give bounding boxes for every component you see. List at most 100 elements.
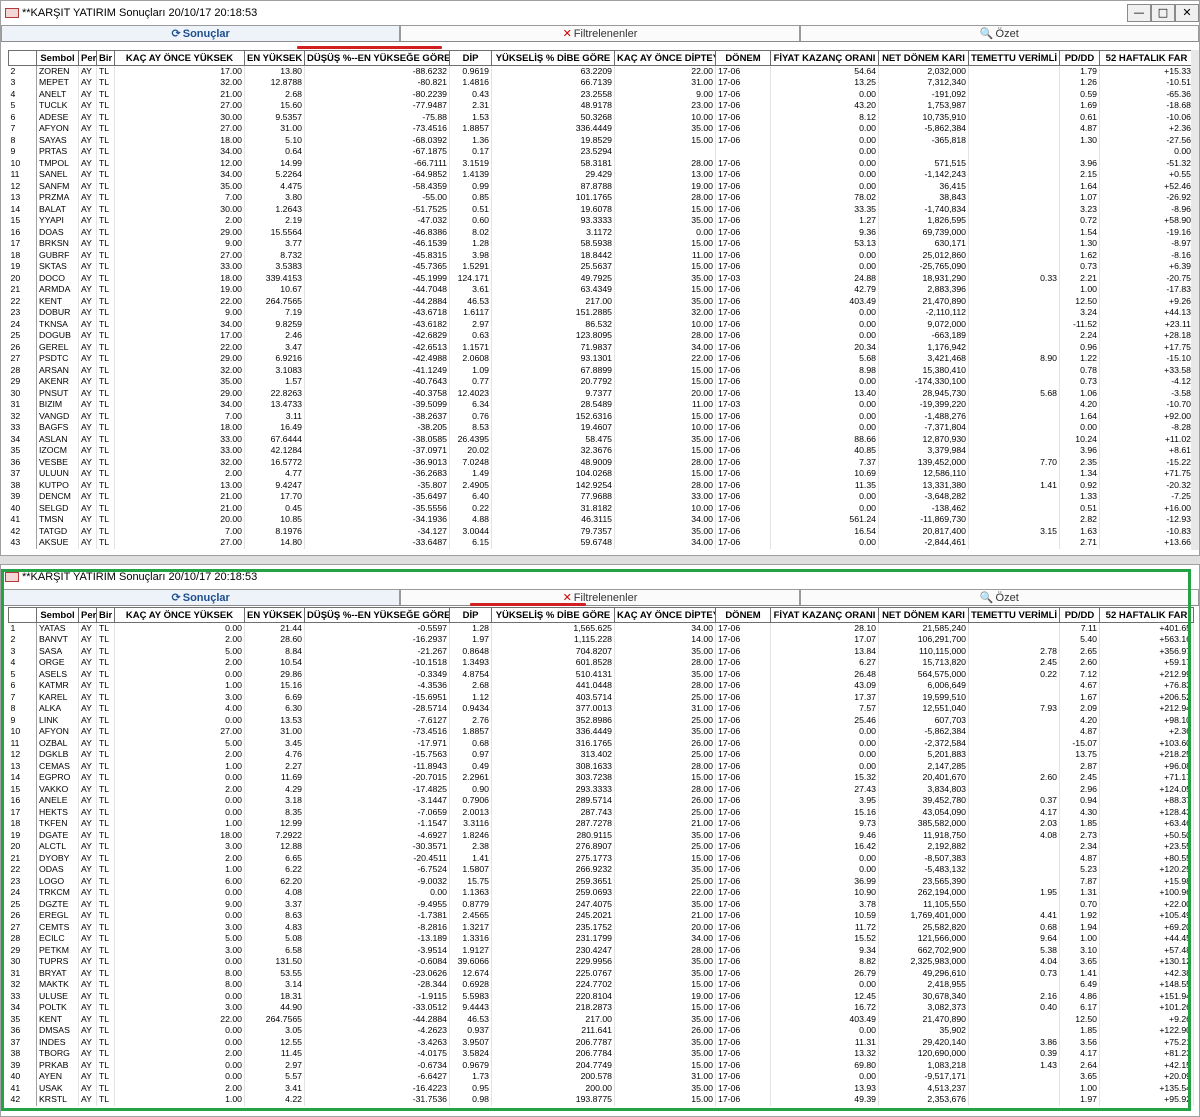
column-header[interactable]: Sembol — [36, 607, 79, 623]
table-row[interactable]: 15 VAKKO AY TL 2.00 4.29 -17.4825 0.90 293.3333 2… — [8, 783, 1194, 795]
table-row[interactable]: 28 ARSAN AY TL 32.00 3.1083 -41.1249 1.09 67.889… — [8, 364, 1194, 376]
table-row[interactable]: 36 DMSAS AY TL 0.00 3.05 -4.2623 0.937 211.641 26… — [8, 1025, 1194, 1037]
table-row[interactable]: 23 LOGO AY TL 6.00 62.20 -9.0032 15.75 259.3651 2… — [8, 875, 1194, 887]
table-row[interactable]: 21 ARMDA AY TL 19.00 10.67 -44.7048 3.61 63.4349… — [8, 284, 1194, 296]
table-row[interactable]: 18 GUBRF AY TL 27.00 8.732 -45.8315 3.98 18.8442… — [8, 249, 1194, 261]
table-row[interactable]: 14 EGPRO AY TL 0.00 11.69 -20.7015 2.2961 303.72… — [8, 772, 1194, 784]
table-row[interactable]: 6 KATMR AY TL 1.00 15.16 -4.3536 2.68 441.0448 28… — [8, 680, 1194, 692]
table-row[interactable]: 5 ASELS AY TL 0.00 29.86 -0.3349 4.8754 510.4131… — [8, 668, 1194, 680]
table-row[interactable]: 36 VESBE AY TL 32.00 16.5772 -36.9013 7.0248 48.… — [8, 456, 1194, 468]
table-row[interactable]: 16 ANELE AY TL 0.00 3.18 -3.1447 0.7906 289.5714… — [8, 795, 1194, 807]
column-header[interactable]: DİP — [449, 607, 492, 623]
table-row[interactable]: 41 TMSN AY TL 20.00 10.85 -34.1936 4.88 46.3115 3… — [8, 514, 1194, 526]
column-header[interactable]: DÜŞÜŞ %--EN YÜKSEĞE GÖRE — [304, 607, 450, 623]
column-header[interactable]: NET DÖNEM KARI — [878, 50, 969, 66]
table-row[interactable]: 42 TATGD AY TL 7.00 8.1976 -34.127 3.0044 79.735… — [8, 525, 1194, 537]
table-row[interactable]: 34 POLTK AY TL 3.00 44.90 -33.0512 9.4443 218.28… — [8, 1002, 1194, 1014]
table-row[interactable]: 20 ALCTL AY TL 3.00 12.88 -30.3571 2.38 276.8907… — [8, 841, 1194, 853]
table-row[interactable]: 39 DENCM AY TL 21.00 17.70 -35.6497 6.40 77.9688… — [8, 491, 1194, 503]
table-row[interactable]: 38 TBORG AY TL 2.00 11.45 -4.0175 3.5824 206.778… — [8, 1048, 1194, 1060]
tab-filtered[interactable]: ✕ Filtrelenenler — [400, 25, 800, 41]
table-row[interactable]: 4 ANELT AY TL 21.00 2.68 -80.2239 0.43 23.2558 9.… — [8, 88, 1194, 100]
table-row[interactable]: 2 BANVT AY TL 2.00 28.60 -16.2937 1.97 1,115.228… — [8, 634, 1194, 646]
column-header[interactable]: TEMETTU VERİMLİ — [968, 50, 1060, 66]
table-row[interactable]: 27 PSDTC AY TL 29.00 6.9216 -42.4988 2.0608 93.1… — [8, 353, 1194, 365]
column-header[interactable]: EN YÜKSEK — [244, 50, 305, 66]
table-row[interactable]: 8 SAYAS AY TL 18.00 5.10 -68.0392 1.36 19.8529 15… — [8, 134, 1194, 146]
table-row[interactable]: 18 TKFEN AY TL 1.00 12.99 -1.1547 3.3116 287.727… — [8, 818, 1194, 830]
table-row[interactable]: 3 MEPET AY TL 32.00 12.8788 -80.821 1.4816 66.71… — [8, 77, 1194, 89]
table-row[interactable]: 6 ADESE AY TL 30.00 9.5357 -75.88 1.53 50.3268 10… — [8, 111, 1194, 123]
column-header[interactable]: KAÇ AY ÖNCE YÜKSEK — [114, 50, 245, 66]
table-row[interactable]: 38 KUTPO AY TL 13.00 9.4247 -35.807 2.4905 142.9… — [8, 479, 1194, 491]
table-row[interactable]: 43 AKSUE AY TL 27.00 14.80 -33.6487 6.15 59.6748… — [8, 537, 1194, 549]
table-row[interactable]: 39 PRKAB AY TL 0.00 2.97 -0.6734 0.9679 204.7749… — [8, 1059, 1194, 1071]
column-header[interactable]: Per — [78, 50, 97, 66]
table-row[interactable]: 33 BAGFS AY TL 18.00 16.49 -38.205 8.53 19.4607 1… — [8, 422, 1194, 434]
table-row[interactable]: 35 IZOCM AY TL 33.00 42.1284 -37.0971 20.02 32.3… — [8, 445, 1194, 457]
column-header[interactable]: KAÇ AY ÖNCE DİPTEYDİ — [614, 607, 716, 623]
table-row[interactable]: 11 SANEL AY TL 34.00 5.2264 -64.9852 1.4139 29.4… — [8, 169, 1194, 181]
column-header[interactable] — [8, 607, 37, 623]
column-header[interactable]: EN YÜKSEK — [244, 607, 305, 623]
table-row[interactable]: 12 SANFM AY TL 35.00 4.475 -58.4359 0.99 87.8788… — [8, 180, 1194, 192]
table-row[interactable]: 9 PRTAS AY TL 34.00 0.64 -67.1875 0.17 23.5294 0.… — [8, 146, 1194, 158]
column-header[interactable]: DÜŞÜŞ %--EN YÜKSEĞE GÖRE — [304, 50, 450, 66]
table-row[interactable]: 29 AKENR AY TL 35.00 1.57 -40.7643 0.77 20.7792 1… — [8, 376, 1194, 388]
close-button[interactable]: ✕ — [1175, 4, 1199, 22]
column-header[interactable]: DİP — [449, 50, 492, 66]
table-row[interactable]: 9 LINK AY TL 0.00 13.53 -7.6127 2.76 352.8986 25.… — [8, 714, 1194, 726]
tab-filtered[interactable]: ✕ Filtrelenenler — [400, 589, 800, 605]
table-row[interactable]: 12 DGKLB AY TL 2.00 4.76 -15.7563 0.97 313.402 25… — [8, 749, 1194, 761]
table-row[interactable]: 5 TUCLK AY TL 27.00 15.60 -77.9487 2.31 48.9178 2… — [8, 100, 1194, 112]
table-row[interactable]: 33 ULUSE AY TL 0.00 18.31 -1.9115 5.5983 220.810… — [8, 990, 1194, 1002]
table-row[interactable]: 34 ASLAN AY TL 33.00 67.6444 -38.0585 26.4395 58… — [8, 433, 1194, 445]
table-row[interactable]: 31 BIZIM AY TL 34.00 13.4733 -39.5099 6.34 28.54… — [8, 399, 1194, 411]
table-row[interactable]: 24 TRKCM AY TL 0.00 4.08 0.00 1.1363 259.0693 22.… — [8, 887, 1194, 899]
column-header[interactable]: DÖNEM — [715, 607, 771, 623]
table-row[interactable]: 29 PETKM AY TL 3.00 6.58 -3.9514 1.9127 230.4247… — [8, 944, 1194, 956]
table-row[interactable]: 19 SKTAS AY TL 33.00 3.5383 -45.7365 1.5291 25.5… — [8, 261, 1194, 273]
table-row[interactable]: 1 YATAS AY TL 0.00 21.44 -0.5597 1.28 1,565.625 3… — [8, 622, 1194, 634]
table-row[interactable]: 21 DYOBY AY TL 2.00 6.65 -20.4511 1.41 275.1773 1… — [8, 852, 1194, 864]
table-row[interactable]: 28 ECILC AY TL 5.00 5.08 -13.189 1.3316 231.1799… — [8, 933, 1194, 945]
column-header[interactable]: PD/DD — [1059, 607, 1100, 623]
table-row[interactable]: 40 AYEN AY TL 0.00 5.57 -6.6427 1.73 200.578 31.0… — [8, 1071, 1194, 1083]
table-row[interactable]: 17 HEKTS AY TL 0.00 8.35 -7.0659 2.0013 287.743 2… — [8, 806, 1194, 818]
table-row[interactable]: 37 ULUUN AY TL 2.00 4.77 -36.2683 1.49 104.0268 1… — [8, 468, 1194, 480]
table-row[interactable]: 30 PNSUT AY TL 29.00 22.8263 -40.3758 12.4023 9.… — [8, 387, 1194, 399]
column-header[interactable]: TEMETTU VERİMLİ — [968, 607, 1060, 623]
scrollbar-top[interactable] — [1191, 50, 1199, 550]
table-row[interactable]: 13 PRZMA AY TL 7.00 3.80 -55.00 0.85 101.1765 28.… — [8, 192, 1194, 204]
table-row[interactable]: 26 GEREL AY TL 22.00 3.47 -42.6513 1.1571 71.983… — [8, 341, 1194, 353]
table-row[interactable]: 26 EREGL AY TL 0.00 8.63 -1.7381 2.4565 245.2021… — [8, 910, 1194, 922]
column-header[interactable]: Bir — [96, 50, 115, 66]
table-row[interactable]: 16 DOAS AY TL 29.00 15.5564 -46.8386 8.02 3.1172… — [8, 226, 1194, 238]
column-header[interactable]: 52 HAFTALIK FAR — [1099, 607, 1194, 623]
column-header[interactable]: FİYAT KAZANÇ ORANI — [770, 50, 879, 66]
table-row[interactable]: 41 USAK AY TL 2.00 3.41 -16.4223 0.95 200.00 35.0… — [8, 1082, 1194, 1094]
table-row[interactable]: 31 BRYAT AY TL 8.00 53.55 -23.0626 12.674 225.07… — [8, 967, 1194, 979]
table-row[interactable]: 20 DOCO AY TL 18.00 339.4153 -45.1999 124.171 49… — [8, 272, 1194, 284]
table-row[interactable]: 8 ALKA AY TL 4.00 6.30 -28.5714 0.9434 377.0013 3… — [8, 703, 1194, 715]
table-row[interactable]: 10 TMPOL AY TL 12.00 14.99 -66.7111 3.1519 58.31… — [8, 157, 1194, 169]
tab-summary[interactable]: 🔍 Özet — [799, 589, 1199, 605]
table-row[interactable]: 40 SELGD AY TL 21.00 0.45 -35.5556 0.22 31.8182 1… — [8, 502, 1194, 514]
tab-results[interactable]: ⟳ Sonuçlar — [1, 589, 401, 605]
column-header[interactable]: YÜKSELİŞ % DİBE GÖRE — [491, 607, 615, 623]
table-row[interactable]: 17 BRKSN AY TL 9.00 3.77 -46.1539 1.28 58.5938 15… — [8, 238, 1194, 250]
table-row[interactable]: 27 CEMTS AY TL 3.00 4.83 -8.2816 1.3217 235.1752… — [8, 921, 1194, 933]
column-header[interactable]: DÖNEM — [715, 50, 771, 66]
table-row[interactable]: 30 TUPRS AY TL 0.00 131.50 -0.6084 39.6066 229.9… — [8, 956, 1194, 968]
table-row[interactable]: 2 ZOREN AY TL 17.00 13.80 -88.6232 0.9619 63.220… — [8, 65, 1194, 77]
table-row[interactable]: 7 KAREL AY TL 3.00 6.69 -15.6951 1.12 403.5714 25… — [8, 691, 1194, 703]
column-header[interactable]: KAÇ AY ÖNCE YÜKSEK — [114, 607, 245, 623]
tab-results[interactable]: ⟳ Sonuçlar — [1, 25, 401, 41]
table-row[interactable]: 3 SASA AY TL 5.00 8.84 -21.267 0.8648 704.8207 35… — [8, 645, 1194, 657]
table-row[interactable]: 7 AFYON AY TL 27.00 31.00 -73.4516 1.8857 336.44… — [8, 123, 1194, 135]
column-header[interactable]: YÜKSELİŞ % DİBE GÖRE — [491, 50, 615, 66]
column-header[interactable]: KAÇ AY ÖNCE DİPTEYDİ — [614, 50, 716, 66]
column-header[interactable]: 52 HAFTALIK FAR — [1099, 50, 1194, 66]
column-header[interactable]: Bir — [96, 607, 115, 623]
table-row[interactable]: 25 DOGUB AY TL 17.00 2.46 -42.6829 0.63 123.8095… — [8, 330, 1194, 342]
